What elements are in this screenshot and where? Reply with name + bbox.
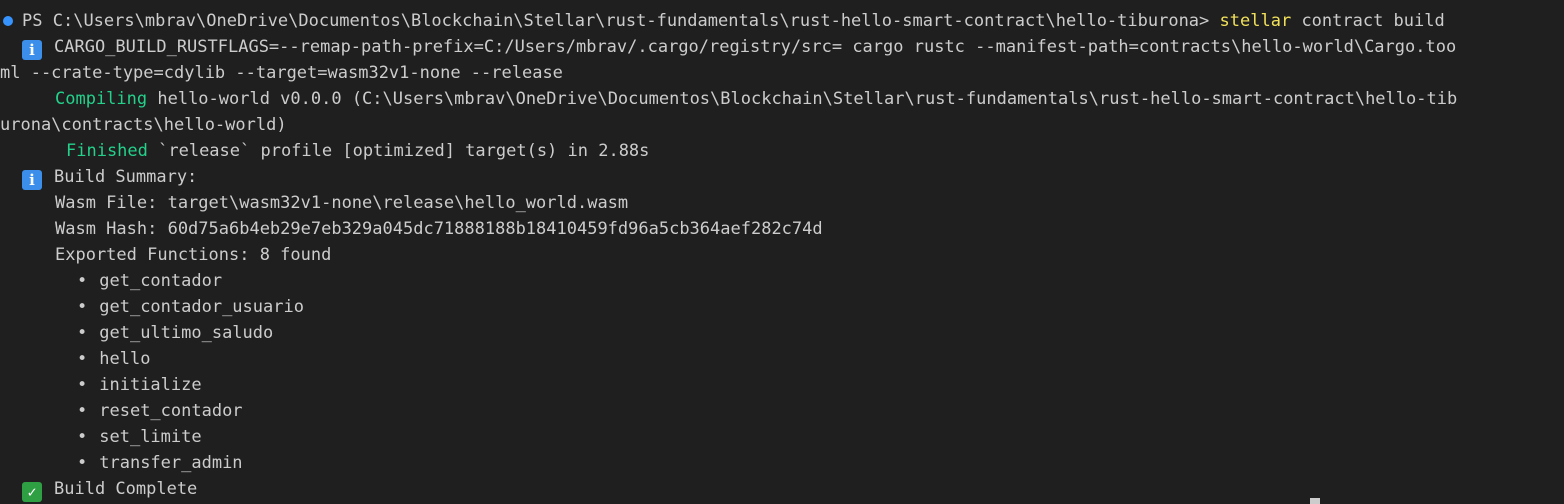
wasm-hash-line: Wasm Hash: 60d75a6b4eb29e7eb329a045dc718…: [0, 216, 1564, 242]
function-item: • get_ultimo_saludo: [77, 323, 274, 343]
cargo-line-wrap: ml --crate-type=cdylib --target=wasm32v1…: [0, 60, 1564, 86]
wasm-hash: Wasm Hash: 60d75a6b4eb29e7eb329a045dc718…: [55, 219, 823, 239]
function-name: get_contador: [99, 271, 223, 291]
cargo-text-1: CARGO_BUILD_RUSTFLAGS=--remap-path-prefi…: [54, 37, 1457, 57]
function-item: • initialize: [77, 375, 202, 395]
finished-line: Finished `release` profile [optimized] t…: [0, 138, 1564, 164]
function-item: • hello: [77, 349, 151, 369]
terminal-output[interactable]: PS C:\Users\mbrav\OneDrive\Documentos\Bl…: [0, 0, 1564, 504]
prompt-dot-icon: [3, 16, 13, 26]
check-icon: ✓: [22, 482, 42, 502]
info-icon: i: [22, 40, 42, 60]
function-name: get_ultimo_saludo: [99, 323, 274, 343]
build-complete: Build Complete: [54, 479, 198, 499]
cargo-line: i CARGO_BUILD_RUSTFLAGS=--remap-path-pref…: [0, 34, 1564, 60]
compiling-label: Compiling: [55, 89, 148, 109]
function-name: hello: [99, 349, 151, 369]
function-item: • set_limite: [77, 427, 202, 447]
wasm-file-line: Wasm File: target\wasm32v1-none\release\…: [0, 190, 1564, 216]
function-item: • get_contador: [77, 271, 223, 291]
prompt-path: C:\Users\mbrav\OneDrive\Documentos\Block…: [52, 11, 1210, 31]
function-name: get_contador_usuario: [99, 297, 304, 317]
function-name: set_limite: [99, 427, 202, 447]
compiling-line-wrap: urona\contracts\hello-world): [0, 112, 1564, 138]
exported-functions: Exported Functions: 8 found: [55, 245, 332, 265]
summary-title-line: i Build Summary:: [0, 164, 1564, 190]
function-name: initialize: [99, 375, 202, 395]
summary-title: Build Summary:: [54, 167, 198, 187]
build-complete-line: ✓ Build Complete: [0, 476, 1564, 502]
function-name: transfer_admin: [99, 453, 243, 473]
compiling-line: Compiling hello-world v0.0.0 (C:\Users\m…: [0, 86, 1564, 112]
info-icon: i: [22, 170, 42, 190]
function-item: • transfer_admin: [77, 453, 243, 473]
wasm-file: Wasm File: target\wasm32v1-none\release\…: [55, 193, 629, 213]
prompt-line: PS C:\Users\mbrav\OneDrive\Documentos\Bl…: [0, 8, 1564, 34]
compiling-text-2: urona\contracts\hello-world): [0, 115, 287, 135]
compiling-text-1: hello-world v0.0.0 (C:\Users\mbrav\OneDr…: [147, 89, 1458, 109]
command-name: stellar: [1219, 11, 1292, 31]
prompt-prefix: PS: [22, 11, 43, 31]
finished-label: Finished: [66, 141, 148, 161]
function-item: • reset_contador: [77, 401, 243, 421]
finished-text: `release` profile [optimized] target(s) …: [147, 141, 650, 161]
terminal-cursor: [1310, 498, 1320, 504]
exported-line: Exported Functions: 8 found: [0, 242, 1564, 268]
function-item: • get_contador_usuario: [77, 297, 304, 317]
command-args: contract build: [1301, 11, 1445, 31]
function-name: reset_contador: [99, 401, 243, 421]
cargo-text-2: ml --crate-type=cdylib --target=wasm32v1…: [0, 63, 563, 83]
